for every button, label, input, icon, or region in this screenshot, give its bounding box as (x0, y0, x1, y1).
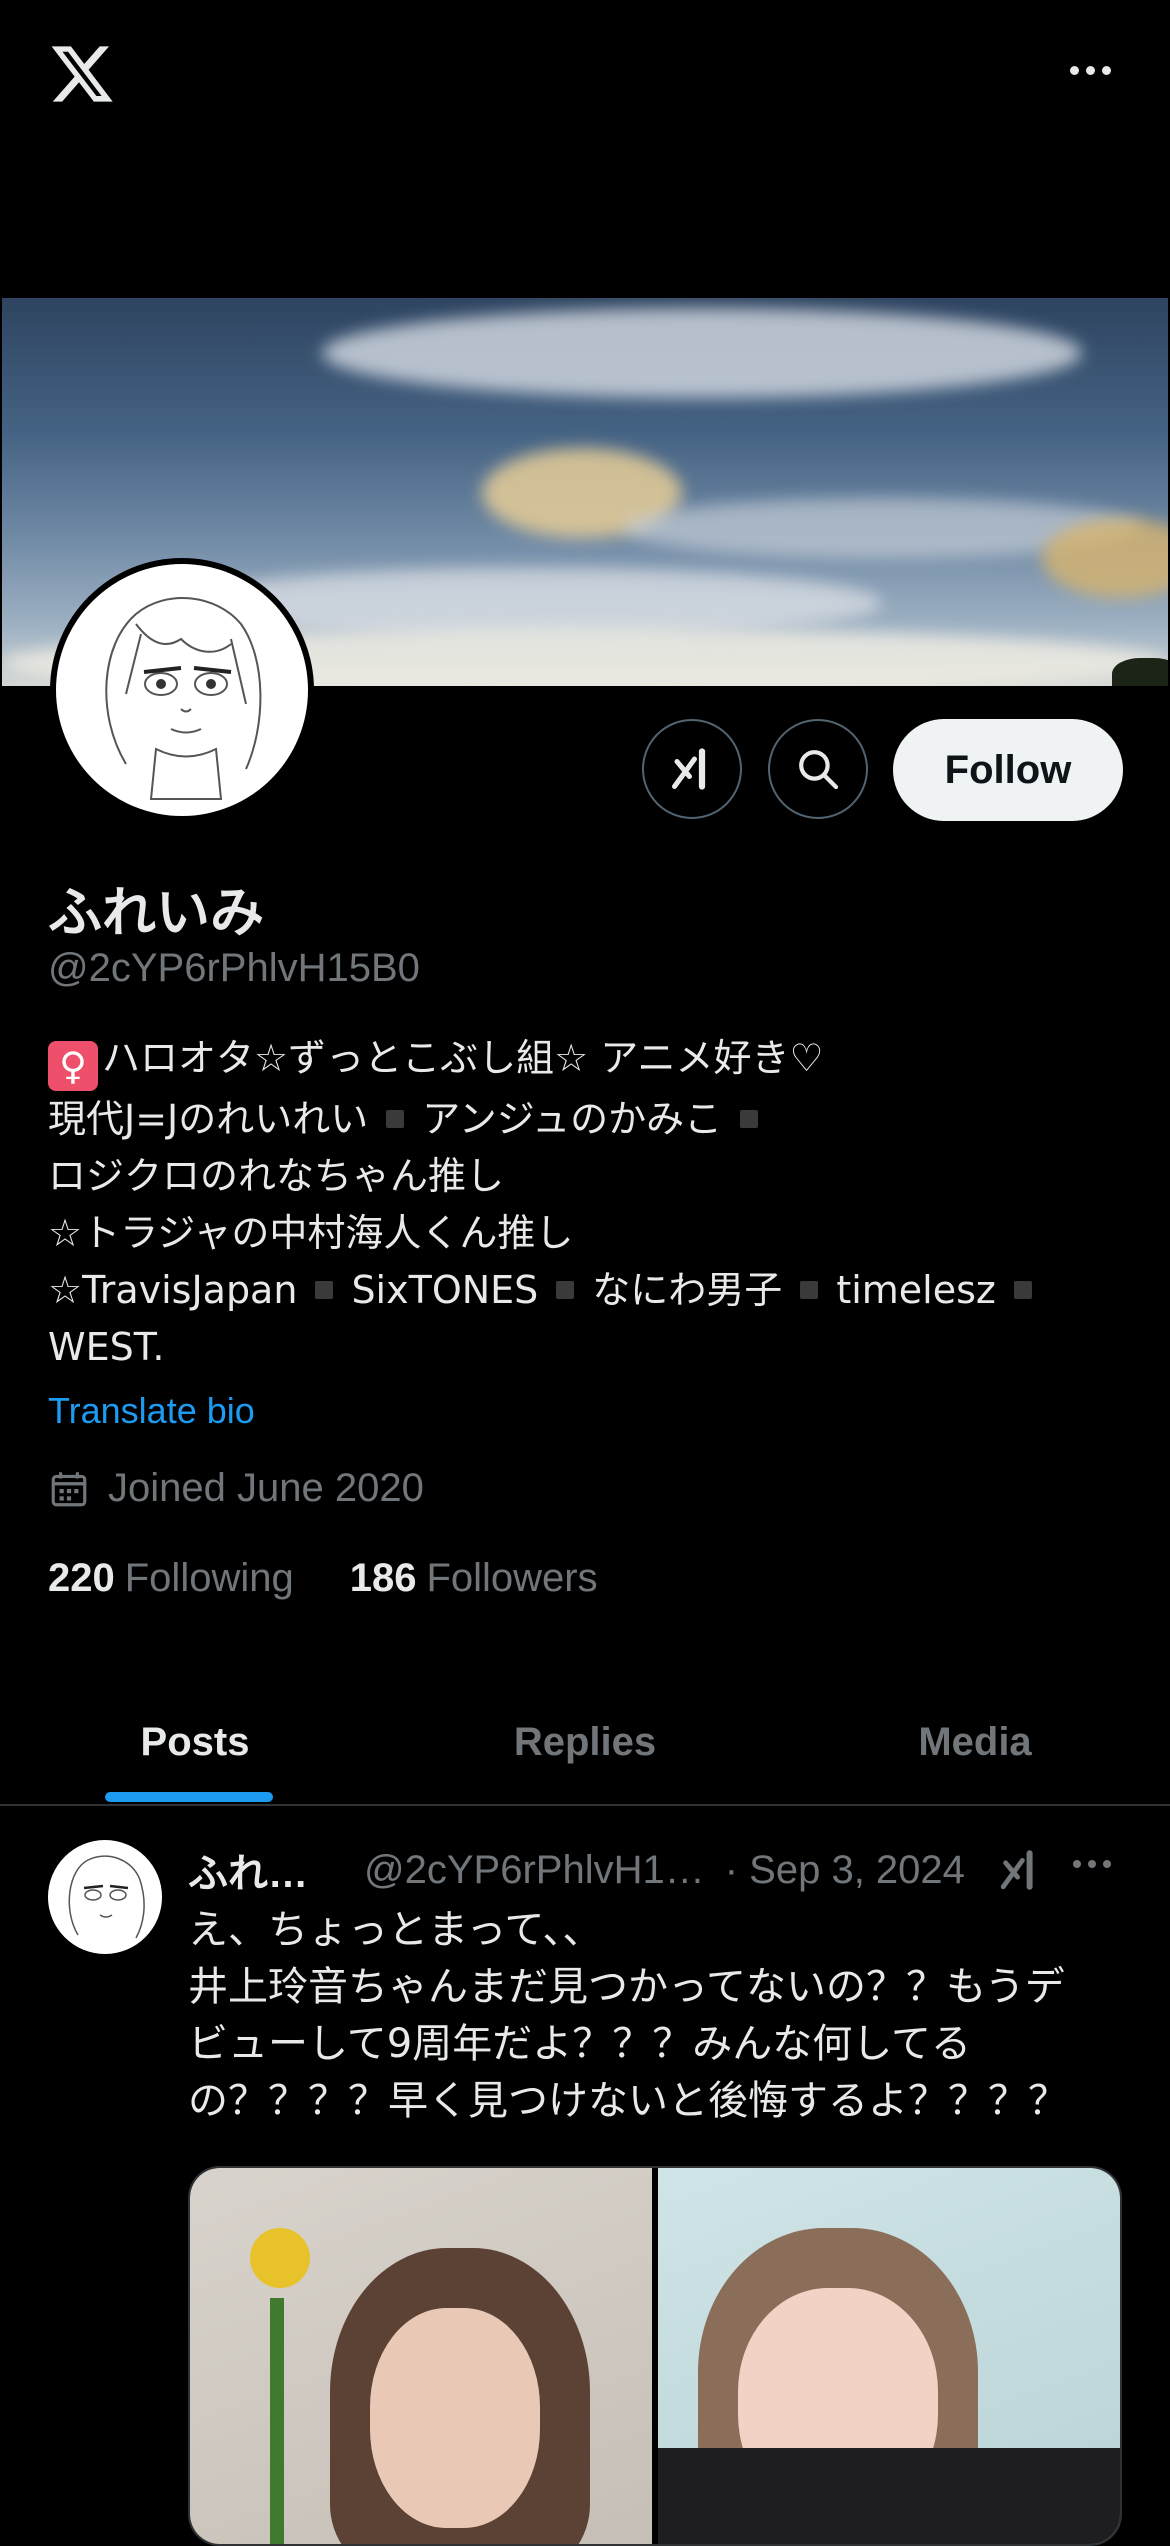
search-profile-button[interactable] (768, 719, 868, 819)
post-line: ビューして9周年だよ？？？みんな何してる (188, 2021, 972, 2067)
square-icon (386, 1110, 405, 1128)
post-avatar[interactable] (48, 1840, 162, 1954)
post-author-handle[interactable]: @2cYP6rPhlvH1… (364, 1848, 705, 1893)
joined-date: Joined June 2020 (48, 1466, 424, 1511)
bio-text: ロジクロのれなちゃん推し (48, 1154, 505, 1198)
search-icon (799, 750, 839, 790)
square-icon (740, 1110, 759, 1128)
translate-bio-link[interactable]: Translate bio (48, 1390, 255, 1432)
profile-name: ふれいみ (48, 881, 264, 944)
square-icon (556, 1281, 575, 1299)
grok-icon[interactable] (996, 1846, 1044, 1894)
profile-avatar[interactable] (50, 558, 314, 822)
grok-icon (672, 748, 706, 790)
bio-text: ☆トラジャの中村海人くん推し (48, 1211, 574, 1255)
tab-replies[interactable]: Replies (390, 1680, 780, 1804)
female-sign-icon: ♀ (48, 1041, 98, 1091)
followers-count: 186 (349, 1556, 417, 1600)
followers-label: Followers (426, 1556, 598, 1600)
post-photo[interactable] (658, 2168, 1120, 2544)
square-icon (800, 1281, 819, 1299)
square-icon (1013, 1281, 1032, 1299)
post-author-name[interactable]: ふれ… (188, 1841, 308, 1899)
following-count: 220 (48, 1556, 115, 1600)
post-photo[interactable] (190, 2168, 652, 2544)
bio-text: ☆TravisJapan (48, 1268, 298, 1312)
bio-text: アンジュのかみこ (422, 1097, 723, 1141)
followers-link[interactable]: 186 Followers (350, 1556, 598, 1601)
profile-bio: ♀ ハロオタ☆ずっとこぶし組☆ アニメ好き♡ 現代J=Jのれいれい アンジュのかみこ… (48, 1030, 1128, 1376)
post-line: の？？？？早く見つけないと後悔するよ？？？？ (188, 2078, 1068, 2124)
x-logo-icon[interactable] (48, 40, 116, 108)
profile-tabs: Posts Replies Media (0, 1680, 1170, 1804)
bio-text: timelesz (836, 1268, 996, 1312)
profile-handle: @2cYP6rPhlvH15B0 (48, 946, 420, 990)
square-icon (315, 1281, 334, 1299)
following-label: Following (124, 1556, 294, 1600)
post-line: 井上玲音ちゃんまだ見つかってないの？？もうデ (188, 1964, 1065, 2010)
bio-text: ハロオタ☆ずっとこぶし組☆ アニメ好き♡ (102, 1036, 824, 1080)
tab-media[interactable]: Media (780, 1680, 1170, 1804)
more-options-icon[interactable] (1055, 50, 1125, 90)
post-line: え、ちょっとまって、、 (188, 1907, 603, 1953)
divider (0, 1804, 1170, 1806)
follow-button[interactable]: Follow (893, 719, 1123, 821)
calendar-icon (51, 1471, 87, 1506)
post-text: え、ちょっとまって、、 井上玲音ちゃんまだ見つかってないの？？もうデ ビューして… (188, 1902, 1138, 2130)
post-date[interactable]: · Sep 3, 2024 (725, 1848, 965, 1893)
post-media (188, 2166, 1122, 2546)
bio-text: WEST. (48, 1325, 165, 1369)
post-more-icon[interactable] (1073, 1860, 1111, 1868)
following-link[interactable]: 220 Following (48, 1556, 294, 1601)
bio-text: 現代J=Jのれいれい (48, 1097, 369, 1141)
tab-posts[interactable]: Posts (0, 1680, 390, 1804)
active-tab-indicator (105, 1792, 273, 1802)
joined-text: Joined June 2020 (108, 1466, 424, 1510)
bio-text: SixTONES (351, 1268, 539, 1312)
profile-stats: 220 Following 186 Followers (48, 1556, 598, 1601)
bio-text: なにわ男子 (592, 1268, 783, 1312)
grok-button[interactable] (642, 719, 742, 819)
post-header: ふれ… @2cYP6rPhlvH1… · Sep 3, 2024 (188, 1840, 965, 1900)
